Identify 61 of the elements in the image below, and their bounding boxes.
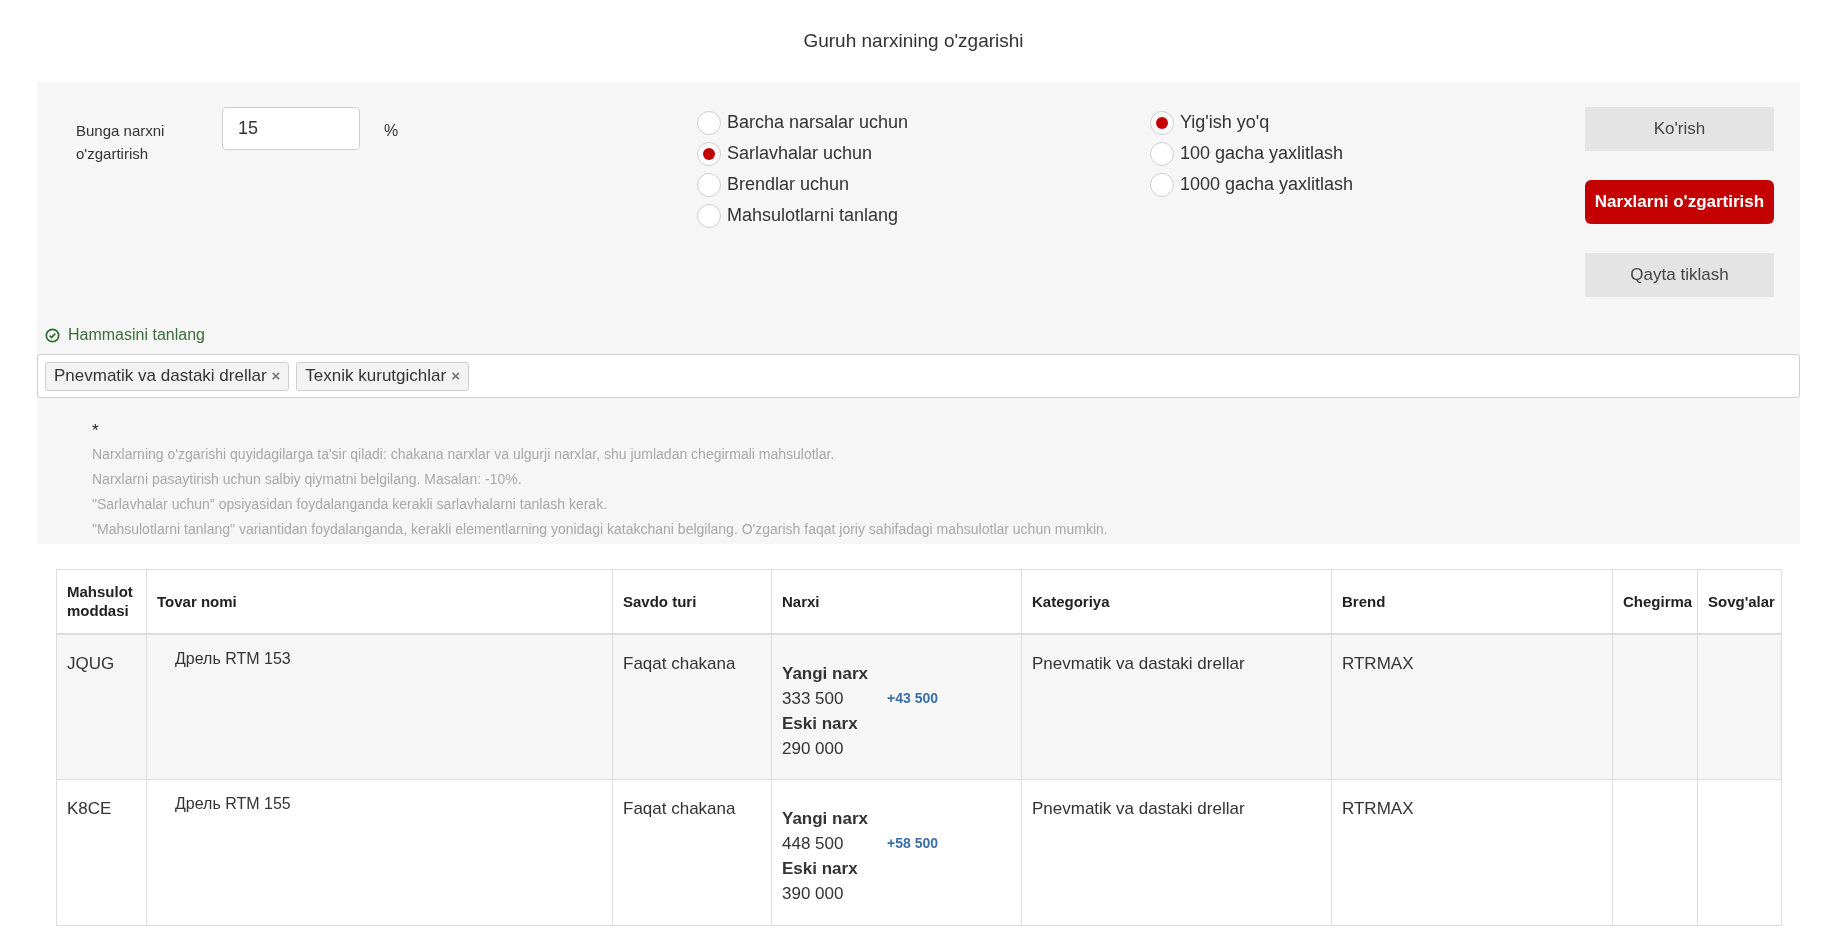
page-title: Guruh narxining o'zgarishi <box>803 28 1024 53</box>
action-button[interactable]: Qayta tiklash <box>1585 253 1774 297</box>
radio-button[interactable] <box>1150 172 1174 197</box>
table-cell: Дрель RTM 155 <box>146 779 613 926</box>
table-cell: Faqat chakana <box>612 779 772 926</box>
old-price: 390 000 <box>782 883 844 905</box>
radio-button[interactable] <box>697 172 721 197</box>
note-text: "Mahsulotlarni tanlang" variantidan foydalanganda, kerakli elementlarning yonidagi katakchani belgilang. O'zgarish faqat joriy sahifadagi mahsulotlar uchun mumkin. <box>92 520 1109 539</box>
column-header: Mahsulot moddasi <box>56 569 147 634</box>
note-text: "Sarlavhalar uchun" opsiyasidan foydalanganda kerakli sarlavhalarni tanlash kerak. <box>92 495 609 514</box>
radio-label: Mahsulotlarni tanlang <box>727 204 899 227</box>
column-header: Chegirma <box>1612 569 1698 634</box>
table-cell: RTRMAX <box>1331 779 1613 926</box>
column-header: Savdo turi <box>612 569 772 634</box>
radio-button[interactable] <box>697 141 721 166</box>
note-text: Narxlarni pasaytirish uchun salbiy qiymatni belgilang. Masalan: -10%. <box>92 470 523 489</box>
radio-button[interactable] <box>697 110 721 135</box>
action-button[interactable]: Ko'rish <box>1585 107 1774 151</box>
column-header: Narxi <box>771 569 1022 634</box>
column-header: Tovar nomi <box>146 569 613 634</box>
price-label: Yangi narx <box>782 662 868 685</box>
select-all-link[interactable]: Hammasini tanlang <box>68 323 205 347</box>
radio-label: Yig'ish yo'q <box>1180 111 1270 134</box>
table-cell: Дрель RTM 153 <box>146 633 613 780</box>
table-cell: Pnevmatik va dastaki drellar <box>1021 633 1332 780</box>
tag-label: Pnevmatik va dastaki drellar <box>54 365 267 388</box>
radio-label: 1000 gacha yaxlitlash <box>1180 173 1354 196</box>
note-text: Narxlarning o'zgarishi quyidagilarga ta'sir qiladi: chakana narxlar va ulgurji narxlar, shu jumladan chegirmali mahsulotlar. <box>92 445 836 464</box>
table-cell: Pnevmatik va dastaki drellar <box>1021 779 1332 926</box>
table-cell: RTRMAX <box>1331 633 1613 780</box>
percent-unit: % <box>384 121 399 141</box>
radio-button[interactable] <box>1150 141 1174 166</box>
column-header: Sovg'alar <box>1697 569 1782 634</box>
new-price: 448 500 <box>782 833 845 855</box>
table-cell: Faqat chakana <box>612 633 772 780</box>
column-header: Brend <box>1331 569 1613 634</box>
remove-tag-button[interactable]: × <box>271 364 281 388</box>
price-label: Eski narx <box>782 712 858 735</box>
price-label: Eski narx <box>782 858 858 880</box>
radio-button[interactable] <box>1150 110 1174 135</box>
radio-label: Sarlavhalar uchun <box>727 142 873 165</box>
radio-label: 100 gacha yaxlitlash <box>1180 142 1344 165</box>
action-button[interactable]: Narxlarni o'zgartirish <box>1585 180 1774 224</box>
field-label: Bunga narxni o'zgartirish <box>76 121 166 164</box>
column-header: Kategoriya <box>1021 569 1332 634</box>
price-difference: +58 500 <box>887 834 938 853</box>
tag-field[interactable]: Pnevmatik va dastaki drellar × Texnik kurutgichlar × <box>37 354 1800 398</box>
price-difference: +43 500 <box>887 688 938 708</box>
radio-label: Barcha narsalar uchun <box>727 111 909 134</box>
new-price: 333 500 <box>782 687 845 710</box>
tag-label: Texnik kurutgichlar <box>305 365 447 388</box>
percent-input[interactable]: 15 <box>222 107 360 150</box>
radio-label: Brendlar uchun <box>727 173 850 196</box>
price-label: Yangi narx <box>782 808 868 830</box>
check-circle-icon <box>45 327 60 343</box>
table-cell: K8CE <box>56 779 147 926</box>
radio-button[interactable] <box>697 203 721 228</box>
note-mark: * <box>92 420 100 442</box>
table-cell: JQUG <box>56 633 147 780</box>
old-price: 290 000 <box>782 737 844 760</box>
remove-tag-button[interactable]: × <box>451 364 460 388</box>
